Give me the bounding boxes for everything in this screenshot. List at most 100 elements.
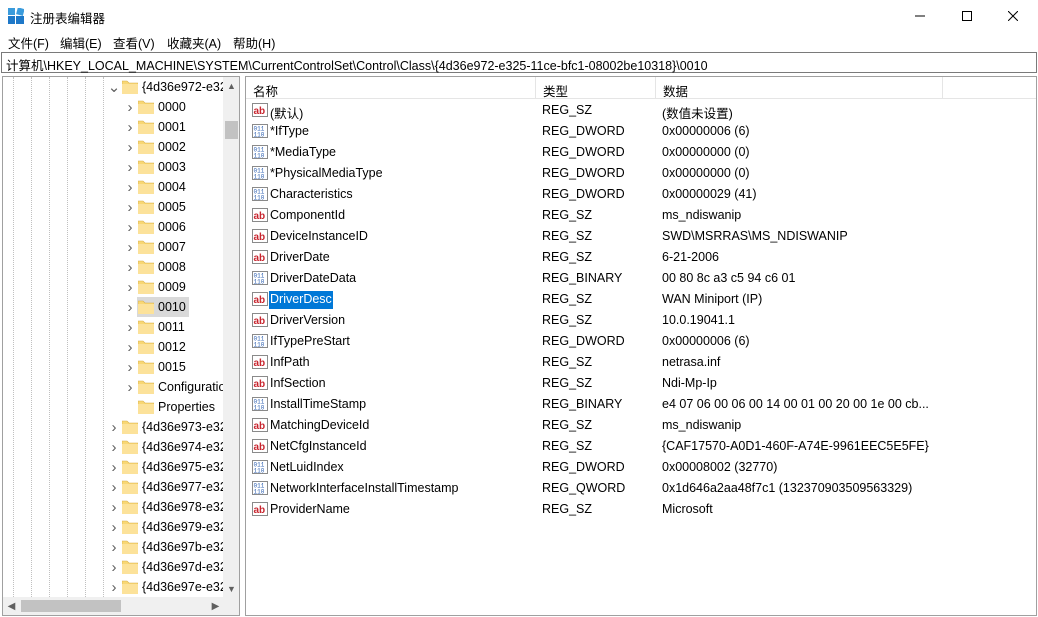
tree-item[interactable]: › {4d36e97b-e32 [3,537,227,557]
tree-item[interactable]: › {4d36e975-e32 [3,457,227,477]
chevron-right-icon[interactable]: › [123,237,137,257]
chevron-right-icon[interactable]: › [107,537,121,557]
chevron-right-icon[interactable]: › [123,257,137,277]
value-row[interactable]: 011 110 *IfType REG_DWORD 0x00000006 (6) [246,121,1036,142]
tree-item[interactable]: › {4d36e974-e32 [3,437,227,457]
value-row[interactable]: 011 110 *MediaType REG_DWORD 0x00000000 (0) [246,142,1036,163]
value-row[interactable]: ab InfSection REG_SZ Ndi-Mp-Ip [246,373,1036,394]
tree-item[interactable]: › 0000 [3,97,223,117]
value-row[interactable]: ab MatchingDeviceId REG_SZ ms_ndiswanip [246,415,1036,436]
scroll-down-icon[interactable]: ▼ [223,580,239,597]
string-value-icon: ab [252,103,268,117]
tree-item[interactable]: › 0004 [3,177,223,197]
tree-vertical-scrollbar[interactable]: ▲ ▼ [223,77,239,597]
chevron-right-icon[interactable]: › [123,297,137,317]
value-row[interactable]: ab NetCfgInstanceId REG_SZ {CAF17570-A0D1-4… [246,436,1036,457]
close-button[interactable] [990,0,1036,31]
chevron-down-icon[interactable]: ⌄ [107,77,121,97]
menu-edit[interactable]: 编辑(E) [60,33,102,52]
value-row[interactable]: 011 110 NetworkInterfaceInstallTimestamp RE… [246,478,1036,499]
chevron-right-icon[interactable]: › [123,177,137,197]
value-row[interactable]: 011 110 *PhysicalMediaType REG_DWORD 0x00000… [246,163,1036,184]
tree-item[interactable]: › {4d36e97d-e32 [3,557,227,577]
tree-item[interactable]: › {4d36e973-e32 [3,417,227,437]
chevron-right-icon[interactable]: › [107,457,121,477]
tree-item[interactable]: › 0006 [3,217,223,237]
value-row[interactable]: ab ComponentId REG_SZ ms_ndiswanip [246,205,1036,226]
value-type: REG_DWORD [542,124,625,138]
value-row[interactable]: 011 110 Characteristics REG_DWORD 0x00000029… [246,184,1036,205]
value-name: *MediaType [270,145,337,159]
column-header-data[interactable]: 数据 [656,77,943,99]
tree-item[interactable]: › {4d36e979-e32 [3,517,227,537]
tree-item[interactable]: Properties [3,397,223,417]
tree-item[interactable]: › 0005 [3,197,223,217]
value-row[interactable]: ab DriverVersion REG_SZ 10.0.19041.1 [246,310,1036,331]
value-data: 0x00000006 (6) [662,124,750,138]
menu-file[interactable]: 文件(F) [8,33,49,52]
column-header-name[interactable]: 名称 [246,77,536,99]
chevron-right-icon[interactable]: › [107,437,121,457]
menu-help[interactable]: 帮助(H) [233,33,275,52]
tree-horizontal-scrollbar[interactable]: ◀ ▶ [3,597,239,615]
tree-item[interactable]: › {4d36e978-e32 [3,497,227,517]
chevron-right-icon[interactable]: › [123,217,137,237]
chevron-right-icon[interactable]: › [107,557,121,577]
tree-item[interactable]: › 0015 [3,357,223,377]
scroll-left-icon[interactable]: ◀ [3,597,20,615]
chevron-right-icon[interactable]: › [107,577,121,597]
value-row[interactable]: ab ProviderName REG_SZ Microsoft [246,499,1036,520]
column-header-type[interactable]: 类型 [536,77,656,99]
tree-item[interactable]: ⌄ {4d36e972-e32 [3,77,227,97]
chevron-right-icon[interactable]: › [123,157,137,177]
scrollbar-thumb[interactable] [21,600,121,612]
tree-item[interactable]: › {4d36e977-e32 [3,477,227,497]
chevron-right-icon[interactable]: › [123,97,137,117]
value-row[interactable]: ab InfPath REG_SZ netrasa.inf [246,352,1036,373]
value-row[interactable]: 011 110 InstallTimeStamp REG_BINARY e4 07 06… [246,394,1036,415]
tree-item[interactable]: › 0001 [3,117,223,137]
chevron-right-icon[interactable]: › [107,417,121,437]
scroll-right-icon[interactable]: ▶ [207,597,224,615]
value-row[interactable]: ab DeviceInstanceID REG_SZ SWD\MSRRAS\MS_ND… [246,226,1036,247]
chevron-right-icon[interactable]: › [123,277,137,297]
tree-item[interactable]: › Configuratio [3,377,226,397]
tree-item[interactable]: › 0003 [3,157,223,177]
tree-item[interactable]: › 0012 [3,337,223,357]
tree-item[interactable]: › 0010 [3,297,223,317]
menu-favorites[interactable]: 收藏夹(A) [167,33,221,52]
menu-view[interactable]: 查看(V) [113,33,155,52]
value-name: InstallTimeStamp [270,397,367,411]
tree-item[interactable]: › 0002 [3,137,223,157]
scrollbar-thumb[interactable] [225,121,238,139]
value-row[interactable]: ab DriverDesc REG_SZ WAN Miniport (IP) [246,289,1036,310]
address-bar[interactable]: 计算机\HKEY_LOCAL_MACHINE\SYSTEM\CurrentCon… [1,52,1037,73]
tree-item[interactable]: › 0008 [3,257,223,277]
chevron-right-icon[interactable]: › [123,317,137,337]
tree-item[interactable]: › 0011 [3,317,223,337]
tree-item[interactable]: › 0007 [3,237,223,257]
chevron-right-icon[interactable]: › [123,357,137,377]
chevron-right-icon[interactable]: › [123,337,137,357]
tree-item[interactable]: › 0009 [3,277,223,297]
value-row[interactable]: 011 110 NetLuidIndex REG_DWORD 0x00008002 (3… [246,457,1036,478]
chevron-right-icon[interactable]: › [107,517,121,537]
chevron-right-icon[interactable]: › [107,477,121,497]
value-row[interactable]: 011 110 IfTypePreStart REG_DWORD 0x00000006 … [246,331,1036,352]
chevron-right-icon[interactable]: › [123,197,137,217]
address-path[interactable]: 计算机\HKEY_LOCAL_MACHINE\SYSTEM\CurrentCon… [6,55,708,74]
chevron-right-icon[interactable]: › [123,117,137,137]
chevron-right-icon[interactable]: › [107,497,121,517]
chevron-right-icon[interactable]: › [123,377,137,397]
minimize-button[interactable] [897,0,943,31]
value-row[interactable]: 011 110 DriverDateData REG_BINARY 00 80 8c a… [246,268,1036,289]
value-row[interactable]: ab (默认) REG_SZ (数值未设置) [246,100,1036,121]
folder-icon [121,459,139,475]
key-tree[interactable]: ⌄ {4d36e972-e32 › 0000 › 0001 › 0002 › 0003 › 0004 ›… [2,76,240,616]
tree-item[interactable]: › {4d36e97e-e32 [3,577,227,597]
maximize-button[interactable] [944,0,990,31]
chevron-right-icon[interactable]: › [123,137,137,157]
value-list[interactable]: 名称 类型 数据 ab (默认) REG_SZ (数值未设置) 011 110 *IfTyp… [245,76,1037,616]
scroll-up-icon[interactable]: ▲ [223,77,239,94]
value-row[interactable]: ab DriverDate REG_SZ 6-21-2006 [246,247,1036,268]
